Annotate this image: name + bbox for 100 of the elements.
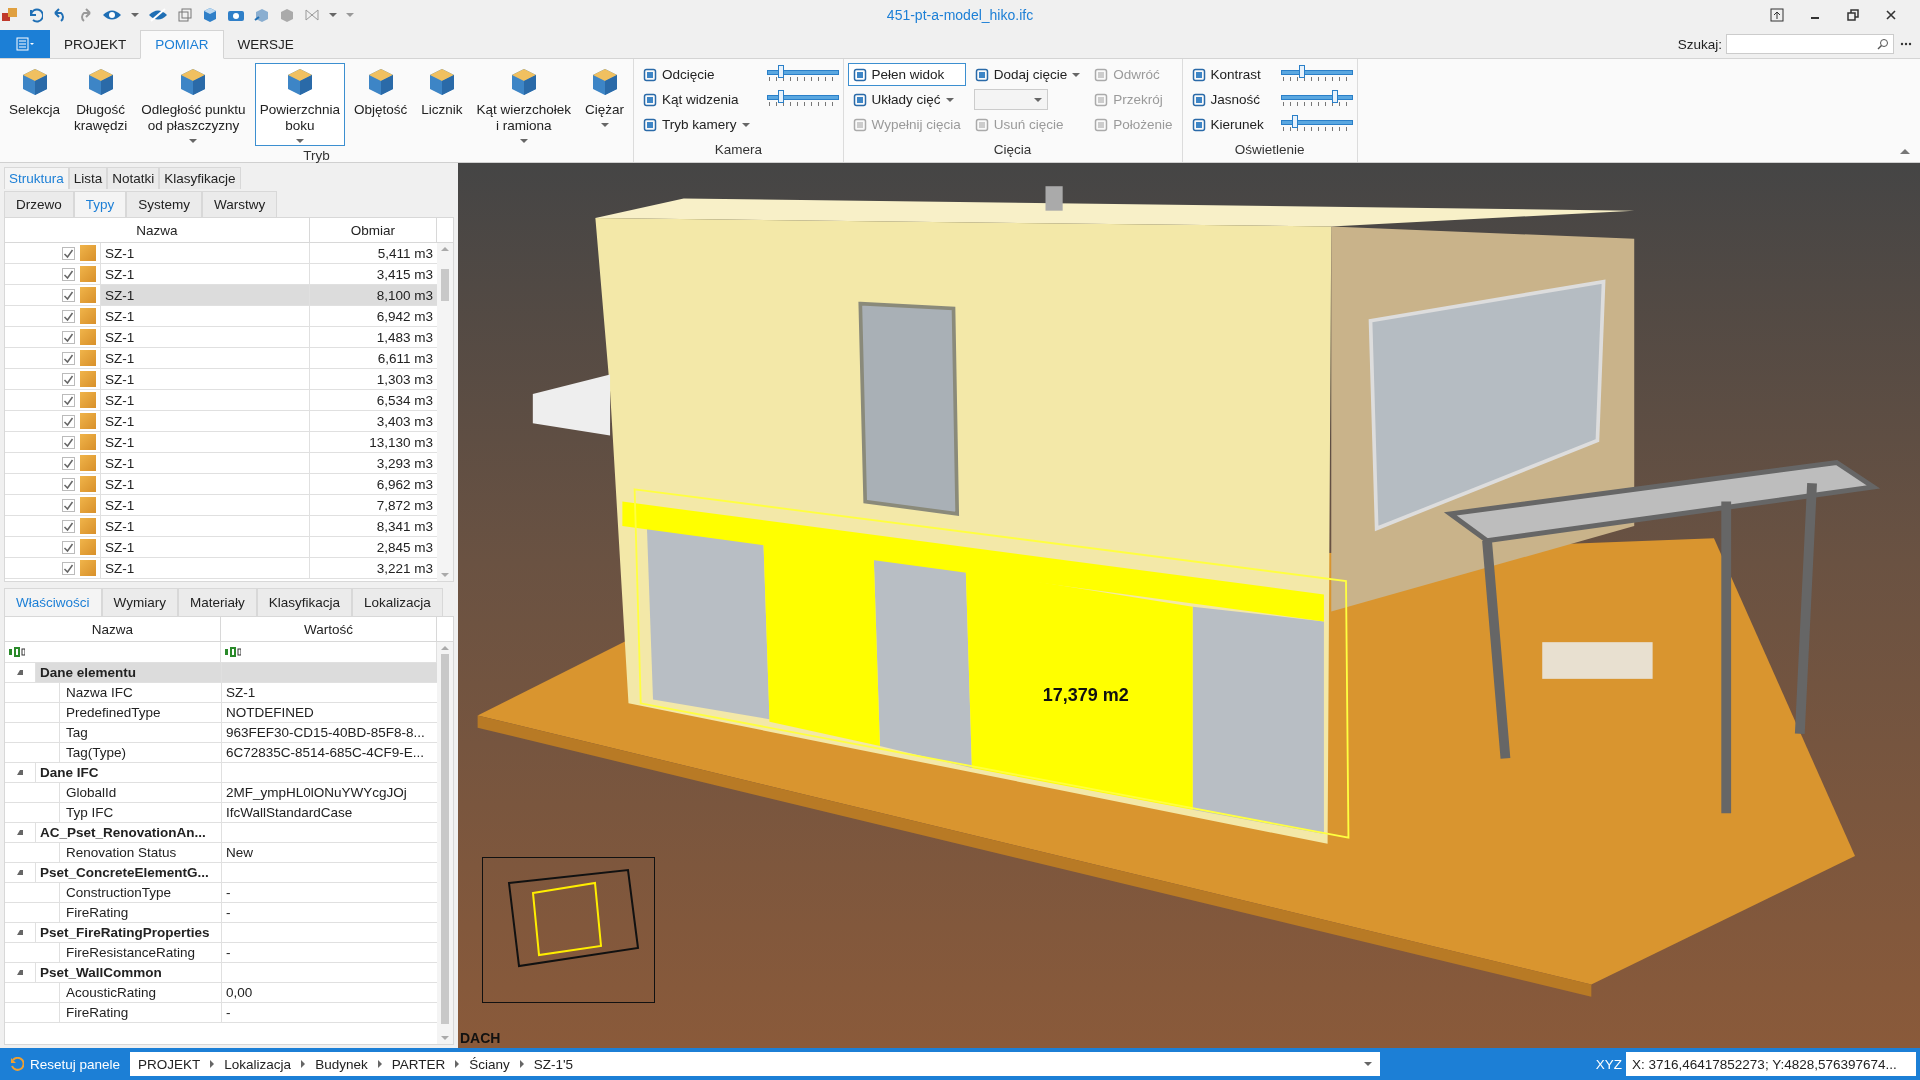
hidden-eye-icon[interactable]	[148, 7, 168, 23]
ribbon-button[interactable]: Licznik	[416, 63, 468, 139]
cube-outline-icon[interactable]	[177, 7, 193, 23]
checkbox[interactable]	[62, 246, 75, 260]
checkbox[interactable]	[62, 393, 75, 407]
ribbon-button[interactable]: Dodaj cięcie	[969, 63, 1086, 86]
ribbon-button[interactable]: Odcięcie	[638, 63, 755, 86]
table-cell[interactable]: SZ-1	[100, 495, 310, 515]
checkbox[interactable]	[62, 330, 75, 344]
table-cell[interactable]: SZ-1	[100, 285, 310, 305]
breadcrumb-link[interactable]: Ściany	[469, 1056, 510, 1072]
panel-tab[interactable]: Typy	[73, 191, 127, 217]
ribbon-button[interactable]: Jasność	[1186, 88, 1269, 111]
checkbox[interactable]	[62, 309, 75, 323]
ribbon-button[interactable]: Kąt wierzchołek i ramiona	[471, 63, 577, 146]
scrollbar[interactable]	[437, 243, 453, 581]
expand-toggle-icon[interactable]	[17, 770, 23, 775]
expand-toggle-icon[interactable]	[17, 930, 23, 935]
panel-tab[interactable]: Materiały	[177, 588, 257, 616]
text-filter-icon[interactable]	[225, 647, 241, 657]
property-group[interactable]: Dane elementu	[35, 663, 222, 682]
table-cell[interactable]: SZ-1	[100, 516, 310, 536]
ribbon-button[interactable]: Tryb kamery	[638, 113, 755, 136]
minimap[interactable]	[482, 857, 655, 1003]
checkbox[interactable]	[62, 540, 75, 554]
ribbon-button[interactable]: Kontrast	[1186, 63, 1269, 86]
property-group[interactable]: AC_Pset_RenovationAn...	[35, 823, 222, 842]
table-cell[interactable]: SZ-1	[100, 306, 310, 326]
panel-tab[interactable]: Notatki	[107, 167, 160, 189]
checkbox[interactable]	[62, 477, 75, 491]
column-header[interactable]: Wartość	[221, 617, 437, 641]
ribbon-tab[interactable]: PROJEKT	[50, 30, 141, 58]
checkbox[interactable]	[62, 561, 75, 575]
ribbon-button[interactable]: Objętość	[348, 63, 413, 139]
ribbon-tab[interactable]: POMIAR	[140, 30, 224, 59]
table-cell[interactable]: SZ-1	[100, 369, 310, 389]
checkbox[interactable]	[62, 351, 75, 365]
panel-tab[interactable]: Struktura	[4, 167, 69, 189]
more-icon[interactable]	[1900, 41, 1912, 47]
expand-toggle-icon[interactable]	[17, 870, 23, 875]
panel-tab[interactable]: Lista	[68, 167, 108, 189]
panel-tab[interactable]: Drzewo	[4, 191, 74, 217]
breadcrumb-link[interactable]: Budynek	[315, 1056, 368, 1072]
property-group[interactable]: Pset_ConcreteElementG...	[35, 863, 222, 882]
checkbox[interactable]	[62, 435, 75, 449]
breadcrumb-link[interactable]: SZ-1'5	[533, 1056, 574, 1072]
panel-tab[interactable]: Właściwości	[4, 588, 102, 616]
breadcrumb-link[interactable]: Lokalizacja	[224, 1056, 292, 1072]
table-cell[interactable]: SZ-1	[100, 411, 310, 431]
ribbon-button[interactable]: Kierunek	[1186, 113, 1269, 136]
column-header[interactable]: Nazwa	[5, 218, 310, 242]
slider-thumb[interactable]	[777, 65, 784, 78]
checkbox[interactable]	[62, 456, 75, 470]
breadcrumb-link[interactable]: PROJEKT	[138, 1056, 201, 1072]
ribbon-button[interactable]: Selekcja	[4, 63, 66, 139]
caret-icon[interactable]	[1364, 1062, 1373, 1066]
panel-tab[interactable]: Lokalizacja	[351, 588, 443, 616]
table-cell[interactable]: SZ-1	[100, 348, 310, 368]
expand-toggle-icon[interactable]	[17, 830, 23, 835]
search-field[interactable]	[1726, 34, 1894, 54]
collapse-icon[interactable]	[1900, 149, 1910, 154]
caret-icon[interactable]	[131, 13, 139, 17]
table-cell[interactable]: SZ-1	[100, 264, 310, 284]
undo-icon[interactable]	[27, 7, 43, 23]
panel-tab[interactable]: Systemy	[126, 191, 203, 217]
slider-thumb[interactable]	[1299, 65, 1306, 78]
checkbox[interactable]	[62, 519, 75, 533]
ribbon-button[interactable]: Ciężar	[580, 63, 630, 139]
3d-viewport[interactable]: 17,379 m2 DACH	[458, 163, 1920, 1048]
column-header[interactable]: Nazwa	[5, 617, 221, 641]
breadcrumb-link[interactable]: PARTER	[391, 1056, 446, 1072]
panel-tab[interactable]: Klasyfikacja	[256, 588, 352, 616]
ribbon-button[interactable]: Kąt widzenia	[638, 88, 755, 111]
dropdown-field[interactable]	[973, 89, 1048, 110]
checkbox[interactable]	[62, 372, 75, 386]
table-cell[interactable]: SZ-1	[100, 243, 310, 263]
property-group[interactable]: Pset_WallCommon	[35, 963, 222, 982]
checkbox[interactable]	[62, 267, 75, 281]
reset-panels-button[interactable]: Resetuj panele	[0, 1048, 131, 1080]
checkbox[interactable]	[62, 498, 75, 512]
checkbox[interactable]	[62, 414, 75, 428]
table-cell[interactable]: SZ-1	[100, 432, 310, 452]
panel-tab[interactable]: Warstwy	[202, 191, 278, 217]
checkbox[interactable]	[62, 288, 75, 302]
ribbon-button[interactable]: Układy cięć	[847, 88, 966, 111]
pin-icon[interactable]	[1770, 8, 1784, 22]
ribbon-tab[interactable]: WERSJE	[223, 30, 308, 58]
text-filter-icon[interactable]	[9, 647, 25, 657]
panel-tab[interactable]: Klasyfikacje	[159, 167, 241, 189]
expand-toggle-icon[interactable]	[17, 670, 23, 675]
cube-icon[interactable]	[202, 7, 218, 23]
table-cell[interactable]: SZ-1	[100, 390, 310, 410]
restore-icon[interactable]	[1846, 8, 1860, 22]
ribbon-button[interactable]: Powierzchnia boku	[254, 63, 345, 146]
slider-thumb[interactable]	[777, 90, 784, 103]
cube-arrows-icon[interactable]	[254, 7, 270, 23]
table-cell[interactable]: SZ-1	[100, 327, 310, 347]
scrollbar[interactable]	[437, 642, 453, 1044]
panel-tab[interactable]: Wymiary	[101, 588, 178, 616]
expand-toggle-icon[interactable]	[17, 970, 23, 975]
